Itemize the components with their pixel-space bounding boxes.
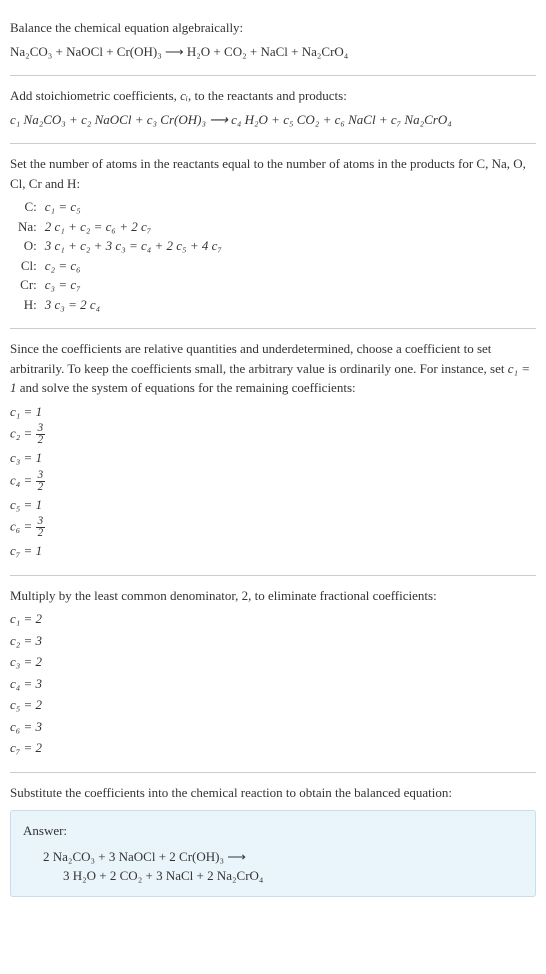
atom-row: C: c₁ = c₅ (18, 197, 222, 217)
answer-label: Answer: (23, 821, 523, 841)
atom-eq: 3 c₁ + c₂ + 3 c₃ = c₄ + 2 c₅ + 4 c₇ (45, 236, 222, 256)
answer-box: Answer: 2 Na₂CO₃ + 3 NaOCl + 2 Cr(OH)₃ ⟶… (10, 810, 536, 897)
section-coefficients: Add stoichiometric coefficients, cᵢ, to … (10, 76, 536, 144)
coeff-line: c₆ = 3 (10, 717, 536, 737)
multiply-coeffs: c₁ = 2 c₂ = 3 c₃ = 2 c₄ = 3 c₅ = 2 c₆ = … (10, 609, 536, 758)
section-atoms: Set the number of atoms in the reactants… (10, 144, 536, 329)
fraction: 32 (36, 423, 46, 446)
multiply-title: Multiply by the least common denominator… (10, 586, 536, 606)
coeff-title: Add stoichiometric coefficients, cᵢ, to … (10, 86, 536, 106)
coeff-line: c₇ = 1 (10, 541, 536, 561)
atom-label: O: (18, 236, 45, 256)
atoms-table: C: c₁ = c₅ Na: 2 c₁ + c₂ = c₆ + 2 c₇ O: … (18, 197, 222, 314)
coeff-line: c₂ = 32 (10, 423, 536, 446)
coeff-line: c₃ = 2 (10, 652, 536, 672)
coeff-var: cᵢ (180, 88, 188, 103)
intro-title: Balance the chemical equation algebraica… (10, 18, 536, 38)
answer-title: Substitute the coefficients into the che… (10, 783, 536, 803)
atom-eq: c₁ = c₅ (45, 197, 222, 217)
atoms-title: Set the number of atoms in the reactants… (10, 154, 536, 193)
section-multiply: Multiply by the least common denominator… (10, 576, 536, 773)
fraction: 32 (36, 516, 46, 539)
atom-eq: 3 c₃ = 2 c₄ (45, 295, 222, 315)
atom-eq: c₃ = c₇ (45, 275, 222, 295)
coeff-line: c₅ = 2 (10, 695, 536, 715)
coeff-line: c₃ = 1 (10, 448, 536, 468)
atom-row: Cl: c₂ = c₆ (18, 256, 222, 276)
section-intro: Balance the chemical equation algebraica… (10, 8, 536, 76)
coeff-equation: c₁ Na₂CO₃ + c₂ NaOCl + c₃ Cr(OH)₃ ⟶ c₄ H… (10, 110, 536, 130)
atom-row: O: 3 c₁ + c₂ + 3 c₃ = c₄ + 2 c₅ + 4 c₇ (18, 236, 222, 256)
coeff-line: c₁ = 2 (10, 609, 536, 629)
section-answer: Substitute the coefficients into the che… (10, 773, 536, 907)
intro-equation: Na₂CO₃ + NaOCl + Cr(OH)₃ ⟶ H₂O + CO₂ + N… (10, 42, 536, 62)
coeff-line: c₄ = 3 (10, 674, 536, 694)
atom-label: C: (18, 197, 45, 217)
answer-equation-line1: 2 Na₂CO₃ + 3 NaOCl + 2 Cr(OH)₃ ⟶ (43, 847, 523, 867)
solve-coeffs: c₁ = 1 c₂ = 32 c₃ = 1 c₄ = 32 c₅ = 1 c₆ … (10, 402, 536, 561)
coeff-line: c₇ = 2 (10, 738, 536, 758)
section-solve: Since the coefficients are relative quan… (10, 329, 536, 576)
coeff-line: c₆ = 32 (10, 516, 536, 539)
solve-title: Since the coefficients are relative quan… (10, 339, 536, 398)
answer-equation-line2: 3 H₂O + 2 CO₂ + 3 NaCl + 2 Na₂CrO₄ (63, 866, 523, 886)
coeff-line: c₂ = 3 (10, 631, 536, 651)
atom-label: Cr: (18, 275, 45, 295)
atom-row: Na: 2 c₁ + c₂ = c₆ + 2 c₇ (18, 217, 222, 237)
coeff-line: c₅ = 1 (10, 495, 536, 515)
atom-eq: c₂ = c₆ (45, 256, 222, 276)
coeff-line: c₄ = 32 (10, 470, 536, 493)
atom-label: Cl: (18, 256, 45, 276)
atom-label: Na: (18, 217, 45, 237)
atom-row: H: 3 c₃ = 2 c₄ (18, 295, 222, 315)
atom-row: Cr: c₃ = c₇ (18, 275, 222, 295)
coeff-line: c₁ = 1 (10, 402, 536, 422)
fraction: 32 (36, 470, 46, 493)
atom-label: H: (18, 295, 45, 315)
atom-eq: 2 c₁ + c₂ = c₆ + 2 c₇ (45, 217, 222, 237)
